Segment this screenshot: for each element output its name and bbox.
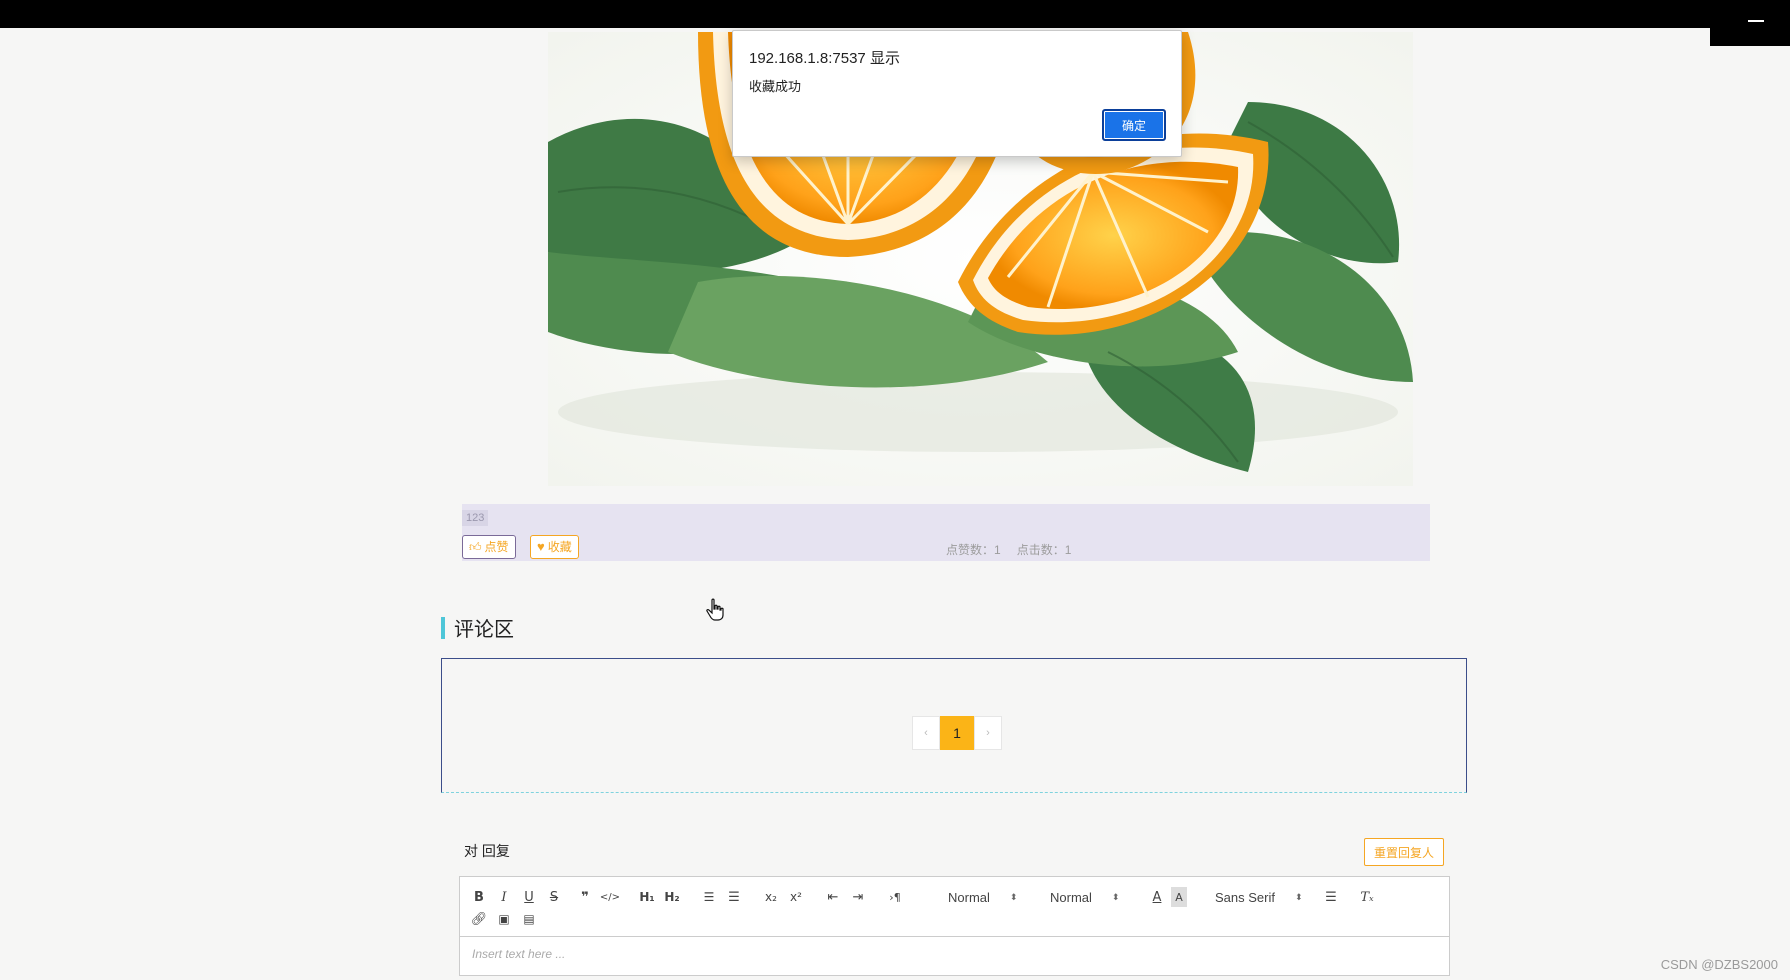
text-color-icon[interactable]: A <box>1146 887 1168 907</box>
blockquote-icon[interactable]: ❞ <box>574 887 596 907</box>
likes-count: 点赞数：1 <box>946 543 1001 557</box>
outdent-icon[interactable]: ⇤ <box>822 887 844 907</box>
page-1-button[interactable]: 1 <box>940 716 974 750</box>
indent-icon[interactable]: ⇥ <box>847 887 869 907</box>
dialog-title: 192.168.1.8:7537 显示 <box>749 50 900 67</box>
section-accent-bar <box>441 616 445 639</box>
alert-dialog: 192.168.1.8:7537 显示 收藏成功 确定 <box>732 30 1182 157</box>
text-direction-icon[interactable]: ›¶ <box>884 887 906 907</box>
bold-icon[interactable]: B <box>468 887 490 907</box>
favorite-label: 收藏 <box>547 540 572 554</box>
pagination: ‹ 1 › <box>912 716 1002 750</box>
reply-target-label: 对 回复 <box>464 843 510 859</box>
reset-reply-button[interactable]: 重置回复人 <box>1364 838 1444 866</box>
like-button[interactable]: 👍︎ 点赞 <box>462 535 516 559</box>
editor-toolbar: B I U S ❞ </> H₁ H₂ ☰ ☰ x₂ x² ⇤ ⇥ ›¶ Nor… <box>460 877 1449 937</box>
background-color-icon[interactable]: A <box>1171 887 1187 907</box>
size-select[interactable]: Normal ⬍ <box>1050 887 1119 907</box>
minimize-icon[interactable] <box>1748 20 1764 22</box>
underline-icon[interactable]: U <box>518 887 540 907</box>
like-label: 点赞 <box>484 540 509 554</box>
clicks-count: 点击数：1 <box>1016 543 1072 557</box>
window-controls <box>1710 0 1790 46</box>
strike-icon[interactable]: S <box>543 887 565 907</box>
ordered-list-icon[interactable]: ☰ <box>698 887 720 907</box>
clear-format-icon[interactable]: Tₓ <box>1356 887 1378 907</box>
select-arrow-icon: ⬍ <box>1294 891 1303 902</box>
video-icon[interactable]: ▤ <box>518 909 540 929</box>
bullet-list-icon[interactable]: ☰ <box>723 887 745 907</box>
post-stats: 点赞数：1 点击数：1 <box>946 541 1071 558</box>
watermark: CSDN @DZBS2000 <box>1660 957 1778 972</box>
code-block-icon[interactable]: </> <box>599 887 621 907</box>
header-select[interactable]: Normal ⬍ <box>948 887 1017 907</box>
heart-icon: ♥ <box>537 539 545 554</box>
superscript-icon[interactable]: x² <box>785 887 807 907</box>
subscript-icon[interactable]: x₂ <box>760 887 782 907</box>
select-arrow-icon: ⬍ <box>1009 891 1018 902</box>
editor-input[interactable]: Insert text here ... <box>460 937 1449 975</box>
post-info-bar: 123 👍︎ 点赞 ♥ 收藏 点赞数：1 点击数：1 <box>462 504 1430 561</box>
italic-icon[interactable]: I <box>493 887 515 907</box>
image-icon[interactable]: ▣ <box>493 909 515 929</box>
comment-list: ‹ 1 › <box>441 658 1467 793</box>
thumbs-up-icon: 👍︎ <box>469 540 482 554</box>
align-icon[interactable]: ☰ <box>1320 887 1342 907</box>
dialog-message: 收藏成功 <box>749 79 802 94</box>
next-page-button[interactable]: › <box>974 716 1002 750</box>
comment-section-title: 评论区 <box>454 619 514 641</box>
header-1-icon[interactable]: H₁ <box>636 887 658 907</box>
browser-top-bar <box>0 0 1790 28</box>
hand-cursor-icon <box>706 598 726 627</box>
favorite-button[interactable]: ♥ 收藏 <box>530 535 579 559</box>
select-arrow-icon: ⬍ <box>1111 891 1120 902</box>
prev-page-button[interactable]: ‹ <box>912 716 940 750</box>
font-select[interactable]: Sans Serif ⬍ <box>1215 887 1303 907</box>
reply-editor: B I U S ❞ </> H₁ H₂ ☰ ☰ x₂ x² ⇤ ⇥ ›¶ Nor… <box>459 876 1450 976</box>
dialog-ok-button[interactable]: 确定 <box>1102 109 1166 141</box>
post-tag: 123 <box>462 510 489 526</box>
link-icon[interactable]: 🔗︎ <box>468 909 490 929</box>
comment-section-header: 评论区 <box>441 613 514 642</box>
header-2-icon[interactable]: H₂ <box>661 887 683 907</box>
